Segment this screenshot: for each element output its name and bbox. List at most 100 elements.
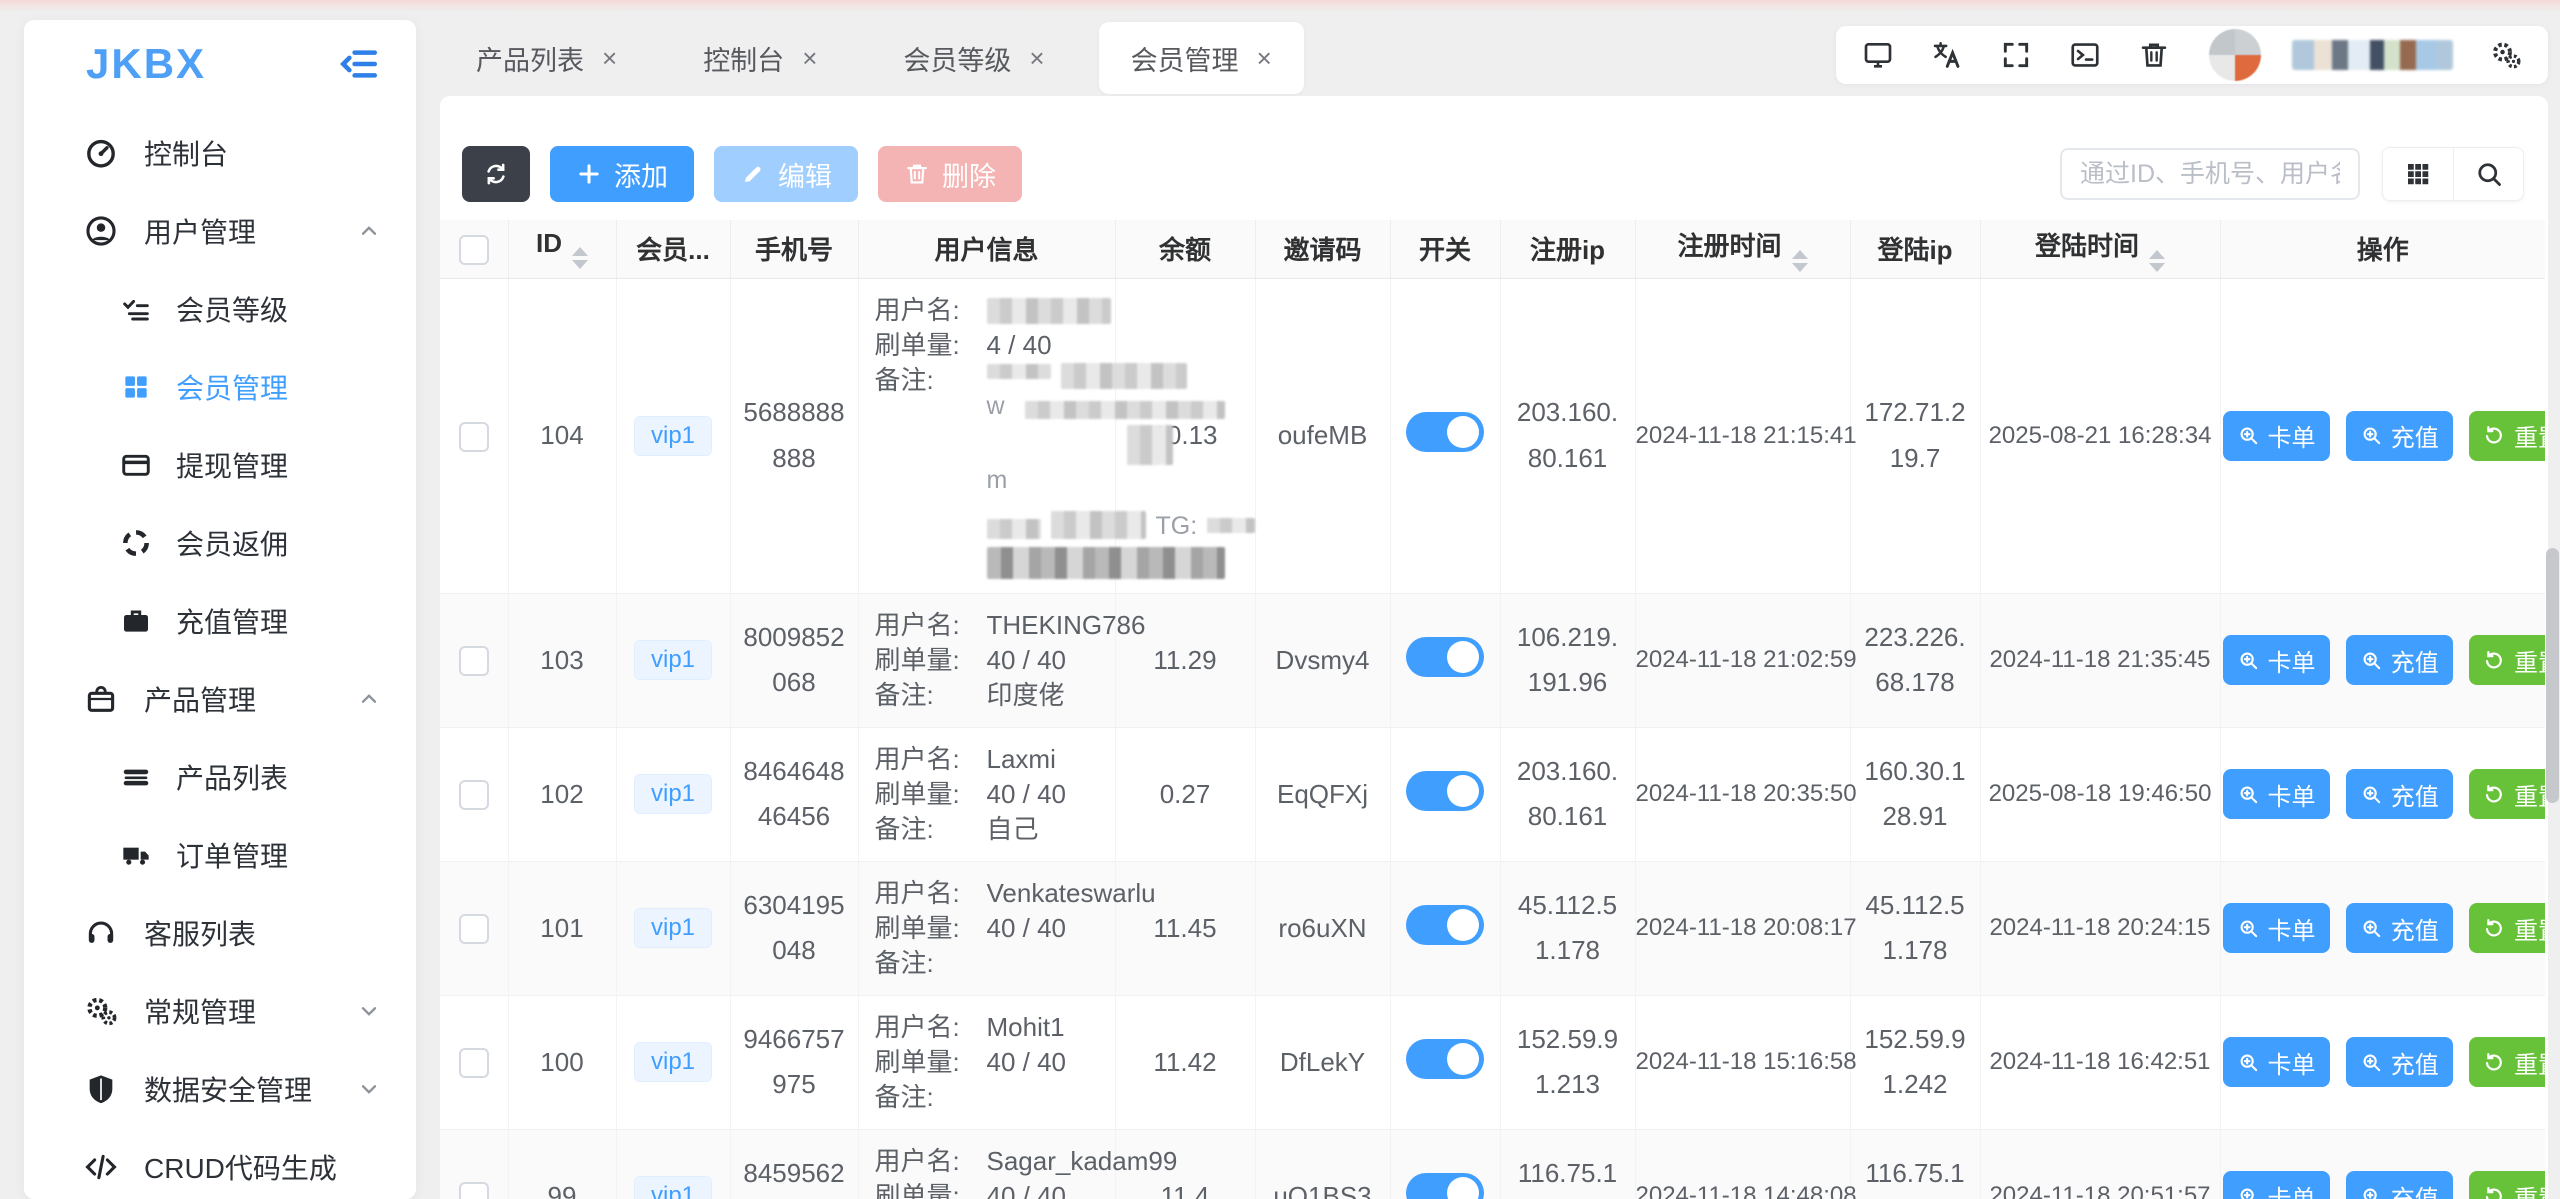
card-order-button[interactable]: 卡单 — [2223, 1171, 2330, 1199]
tab-label: 控制台 — [703, 39, 784, 78]
row-checkbox[interactable] — [459, 422, 489, 452]
fullscreen-icon[interactable] — [2000, 39, 2032, 71]
add-button[interactable]: 添加 — [550, 146, 694, 202]
sidebar-item-withdraw-mgmt[interactable]: 提现管理 — [24, 426, 416, 504]
recharge-button[interactable]: 充值 — [2346, 635, 2453, 685]
sidebar: JKBX 控制台 用户管理 会员等级 会员管理 提现管理 会员返佣 充值管理 产… — [24, 20, 416, 1199]
cell-id: 99 — [508, 1129, 616, 1199]
tab[interactable]: 会员管理 × — [1099, 22, 1304, 94]
recharge-button[interactable]: 充值 — [2346, 1171, 2453, 1199]
topbar-actions — [1836, 26, 2548, 84]
table-header-row: ID 会员... 手机号 用户信息 余额 邀请码 开关 注册ip 注册时间 登陆… — [440, 220, 2545, 278]
table-row: 99 vip1 8459562017 用户名: Sagar_kadam99 刷单… — [440, 1129, 2545, 1199]
sort-icon[interactable] — [572, 247, 588, 269]
shield-icon — [84, 1072, 118, 1106]
tab[interactable]: 控制台 × — [671, 22, 849, 94]
settings-gears-icon[interactable] — [2490, 39, 2522, 71]
username-value: Sagar_kadam99 — [987, 1144, 1178, 1179]
sidebar-item-user-mgmt[interactable]: 用户管理 — [24, 192, 416, 270]
enabled-toggle[interactable] — [1406, 1173, 1484, 1199]
tab[interactable]: 会员等级 × — [871, 22, 1076, 94]
search-icon[interactable] — [2453, 148, 2523, 200]
cell-id: 103 — [508, 593, 616, 727]
sidebar-item-dashboard[interactable]: 控制台 — [24, 114, 416, 192]
tab-close-icon[interactable]: × — [602, 43, 617, 74]
monitor-icon[interactable] — [1862, 39, 1894, 71]
recharge-button[interactable]: 充值 — [2346, 1037, 2453, 1087]
sidebar-item-label: 产品管理 — [144, 679, 256, 719]
row-checkbox[interactable] — [459, 914, 489, 944]
edit-button[interactable]: 编辑 — [714, 146, 858, 202]
terminal-icon[interactable] — [2069, 39, 2101, 71]
reset-order-button[interactable]: 重置订单 — [2469, 635, 2545, 685]
reset-order-button[interactable]: 重置订单 — [2469, 903, 2545, 953]
sidebar-item-product-list[interactable]: 产品列表 — [24, 738, 416, 816]
enabled-toggle[interactable] — [1406, 905, 1484, 945]
sidebar-item-general-mgmt[interactable]: 常规管理 — [24, 972, 416, 1050]
card-order-button[interactable]: 卡单 — [2223, 903, 2330, 953]
cell-phone: 846464846456 — [730, 727, 858, 861]
cell-reg-ip: 152.59.91.213 — [1500, 995, 1635, 1129]
sidebar-item-service-list[interactable]: 客服列表 — [24, 894, 416, 972]
reset-order-button[interactable]: 重置订单 — [2469, 769, 2545, 819]
card-icon — [120, 449, 152, 481]
refresh-button[interactable] — [462, 146, 530, 202]
sidebar-collapse-icon[interactable] — [338, 43, 380, 85]
cell-reg-time: 2024-11-18 21:15:41 — [1635, 278, 1850, 593]
column-login-ip: 登陆ip — [1850, 220, 1980, 278]
columns-grid-icon[interactable] — [2383, 148, 2453, 200]
sidebar-item-member-rebate[interactable]: 会员返佣 — [24, 504, 416, 582]
reset-order-button[interactable]: 重置订单 — [2469, 1037, 2545, 1087]
translate-icon[interactable] — [1931, 39, 1963, 71]
sidebar-item-member-mgmt[interactable]: 会员管理 — [24, 348, 416, 426]
user-avatar[interactable] — [2209, 29, 2261, 81]
cell-id: 101 — [508, 861, 616, 995]
sort-icon[interactable] — [2149, 250, 2165, 272]
tab-close-icon[interactable]: × — [1257, 43, 1272, 74]
sidebar-item-member-level[interactable]: 会员等级 — [24, 270, 416, 348]
cell-invite: DfLekY — [1255, 995, 1390, 1129]
tab-close-icon[interactable]: × — [802, 43, 817, 74]
row-checkbox[interactable] — [459, 646, 489, 676]
search-input[interactable] — [2060, 148, 2360, 200]
card-order-button[interactable]: 卡单 — [2223, 1037, 2330, 1087]
card-order-button[interactable]: 卡单 — [2223, 635, 2330, 685]
tab[interactable]: 产品列表 × — [444, 22, 649, 94]
cell-reg-time: 2024-11-18 21:02:59 — [1635, 593, 1850, 727]
trash-icon[interactable] — [2138, 39, 2170, 71]
headset-icon — [84, 916, 118, 950]
select-all-checkbox[interactable] — [459, 235, 489, 265]
cell-userinfo: 用户名: Sagar_kadam99 刷单量: 40 / 40 备注: 印度佬 — [858, 1129, 1115, 1199]
cell-id: 102 — [508, 727, 616, 861]
search-area — [2060, 147, 2524, 201]
cell-login-time: 2024-11-18 16:42:51 — [1980, 995, 2220, 1129]
sidebar-item-recharge-mgmt[interactable]: 充值管理 — [24, 582, 416, 660]
tab-close-icon[interactable]: × — [1029, 43, 1044, 74]
sidebar-item-data-security[interactable]: 数据安全管理 — [24, 1050, 416, 1128]
card-order-button[interactable]: 卡单 — [2223, 411, 2330, 461]
row-checkbox[interactable] — [459, 1182, 489, 1199]
card-order-button[interactable]: 卡单 — [2223, 769, 2330, 819]
app-logo: JKBX — [86, 40, 206, 88]
recharge-button[interactable]: 充值 — [2346, 411, 2453, 461]
vip-badge: vip1 — [634, 908, 712, 948]
cell-reg-time: 2024-11-18 20:08:17 — [1635, 861, 1850, 995]
enabled-toggle[interactable] — [1406, 637, 1484, 677]
reset-order-button[interactable]: 重置订单 — [2469, 1171, 2545, 1199]
row-checkbox[interactable] — [459, 1048, 489, 1078]
sidebar-item-crud-gen[interactable]: CRUD代码生成 — [24, 1128, 416, 1199]
sidebar-item-product-mgmt[interactable]: 产品管理 — [24, 660, 416, 738]
enabled-toggle[interactable] — [1406, 412, 1484, 452]
recharge-button[interactable]: 充值 — [2346, 903, 2453, 953]
scrollbar-thumb[interactable] — [2546, 548, 2559, 803]
row-checkbox[interactable] — [459, 780, 489, 810]
enabled-toggle[interactable] — [1406, 1039, 1484, 1079]
checklist-icon — [120, 293, 152, 325]
delete-button[interactable]: 删除 — [878, 146, 1022, 202]
enabled-toggle[interactable] — [1406, 771, 1484, 811]
cell-id: 100 — [508, 995, 616, 1129]
sidebar-item-order-mgmt[interactable]: 订单管理 — [24, 816, 416, 894]
sort-icon[interactable] — [1792, 250, 1808, 272]
reset-order-button[interactable]: 重置订单 — [2469, 411, 2545, 461]
recharge-button[interactable]: 充值 — [2346, 769, 2453, 819]
